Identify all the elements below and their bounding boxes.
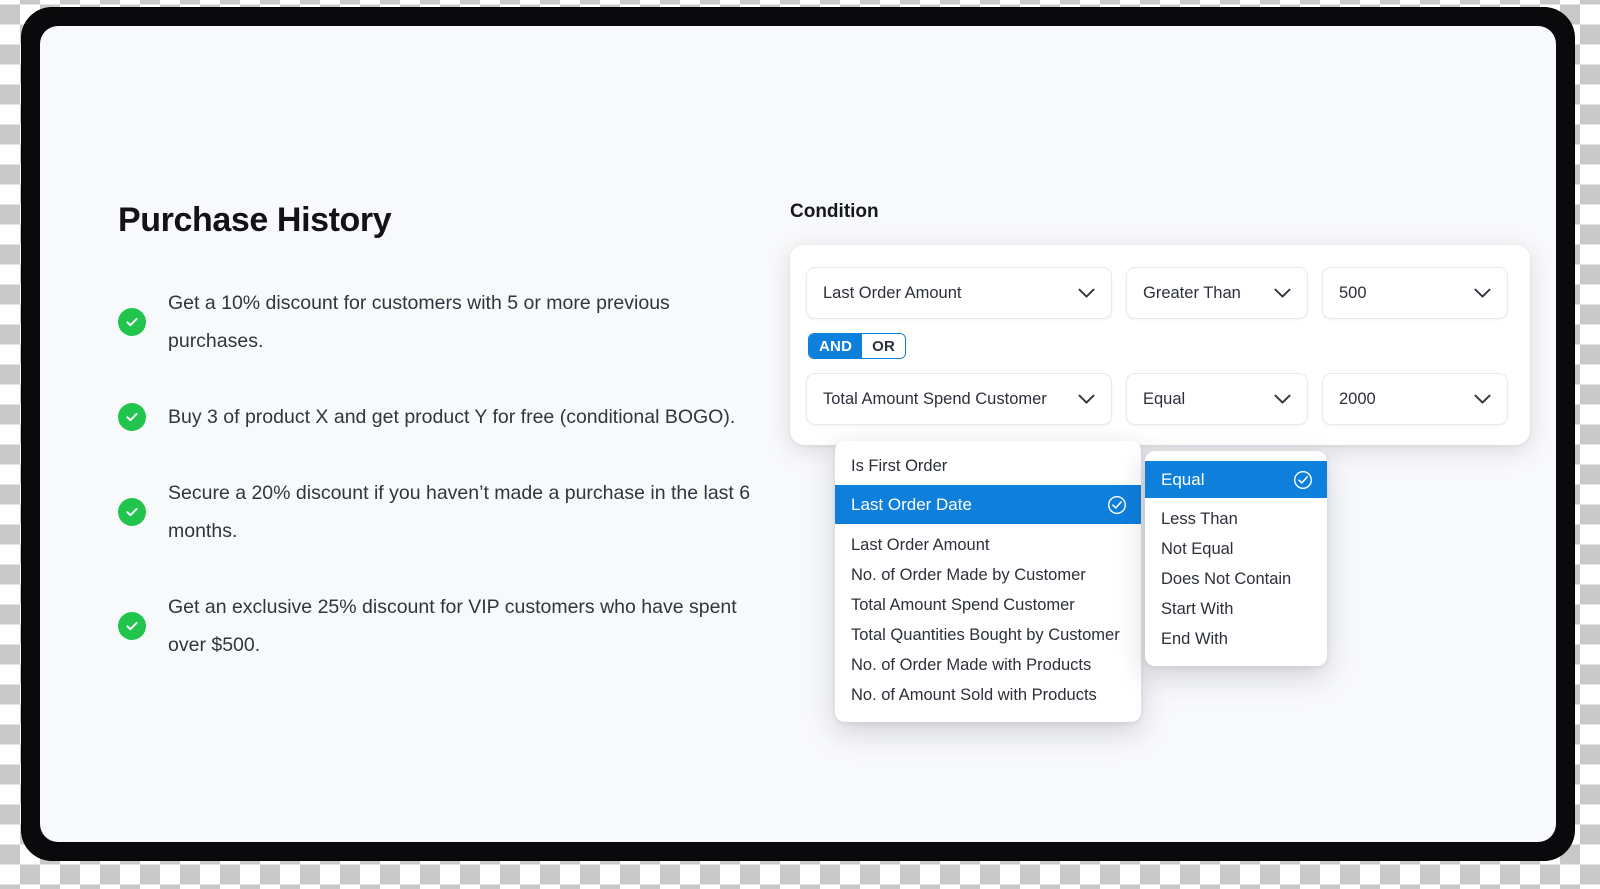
chevron-down-icon	[1474, 288, 1491, 299]
operator-select-row-2-value: Equal	[1143, 389, 1186, 408]
dropdown-option-label: Not Equal	[1161, 539, 1234, 558]
page-title: Purchase History	[118, 201, 392, 239]
field-select-row-2-value: Total Amount Spend Customer	[823, 389, 1047, 408]
logic-toggle-or[interactable]: OR	[862, 334, 906, 358]
chevron-down-icon	[1474, 394, 1491, 405]
operator-select-row-2[interactable]: Equal	[1126, 373, 1308, 425]
list-item-label: Buy 3 of product X and get product Y for…	[168, 406, 736, 429]
dropdown-option[interactable]: Less Than	[1145, 504, 1327, 534]
condition-row-2: Total Amount Spend Customer Equal 2000	[806, 373, 1514, 425]
condition-label: Condition	[790, 201, 879, 222]
dropdown-option[interactable]: Total Amount Spend Customer	[835, 590, 1141, 620]
list-item: Buy 3 of product X and get product Y for…	[118, 398, 778, 436]
dropdown-option-label: Less Than	[1161, 509, 1238, 528]
value-select-row-2[interactable]: 2000	[1322, 373, 1508, 425]
dropdown-option-label: Is First Order	[851, 456, 948, 475]
dropdown-option[interactable]: Start With	[1145, 594, 1327, 624]
dropdown-option[interactable]: No. of Order Made by Customer	[835, 560, 1141, 590]
dropdown-option[interactable]: Not Equal	[1145, 534, 1327, 564]
condition-card: Last Order Amount Greater Than 500 AND O…	[790, 245, 1530, 445]
logic-toggle-and[interactable]: AND	[809, 334, 863, 358]
chevron-down-icon	[1078, 394, 1095, 405]
field-select-row-2[interactable]: Total Amount Spend Customer	[806, 373, 1112, 425]
list-item: Secure a 20% discount if you haven’t mad…	[118, 474, 778, 550]
dropdown-option-label: Total Quantities Bought by Customer	[851, 625, 1120, 644]
dropdown-option-label: Does Not Contain	[1161, 569, 1292, 588]
dropdown-option[interactable]: Does Not Contain	[1145, 564, 1327, 594]
dropdown-option-label: Equal	[1161, 469, 1205, 489]
dropdown-option-label: End With	[1161, 629, 1228, 648]
dropdown-option[interactable]: Is First Order	[835, 451, 1141, 481]
check-circle-outline-icon	[1107, 495, 1127, 515]
check-circle-outline-icon	[1293, 470, 1313, 490]
dropdown-option[interactable]: No. of Order Made with Products	[835, 650, 1141, 680]
dropdown-option[interactable]: Total Quantities Bought by Customer	[835, 620, 1141, 650]
purchase-history-section: Purchase History Get a 10% discount for …	[118, 201, 778, 664]
dropdown-option-label: Total Amount Spend Customer	[851, 595, 1075, 614]
list-item-label: Get an exclusive 25% discount for VIP cu…	[168, 596, 737, 657]
benefit-list: Get a 10% discount for customers with 5 …	[118, 284, 778, 664]
check-circle-icon	[118, 498, 146, 527]
dropdown-option[interactable]: End With	[1145, 624, 1327, 654]
operator-select-row-1-value: Greater Than	[1143, 283, 1241, 302]
device-frame: Purchase History Get a 10% discount for …	[22, 8, 1574, 860]
list-item: Get a 10% discount for customers with 5 …	[118, 284, 778, 360]
list-item-label: Get a 10% discount for customers with 5 …	[168, 292, 670, 353]
field-dropdown-menu[interactable]: Is First Order Last Order Date Last Orde…	[835, 441, 1141, 722]
dropdown-option-label: No. of Order Made with Products	[851, 655, 1092, 674]
chevron-down-icon	[1274, 288, 1291, 299]
dropdown-option-label: Last Order Amount	[851, 535, 990, 554]
list-item: Get an exclusive 25% discount for VIP cu…	[118, 588, 778, 664]
dropdown-option-label: Last Order Date	[851, 494, 972, 514]
chevron-down-icon	[1078, 288, 1095, 299]
check-circle-icon	[118, 612, 146, 641]
dropdown-option-selected[interactable]: Last Order Date	[835, 485, 1141, 524]
value-select-row-1[interactable]: 500	[1322, 267, 1508, 319]
list-item-label: Secure a 20% discount if you haven’t mad…	[168, 482, 751, 543]
dropdown-option-label: No. of Order Made by Customer	[851, 565, 1086, 584]
operator-select-row-1[interactable]: Greater Than	[1126, 267, 1308, 319]
dropdown-option-selected[interactable]: Equal	[1145, 461, 1327, 498]
field-select-row-1-value: Last Order Amount	[823, 283, 962, 302]
dropdown-option[interactable]: Last Order Amount	[835, 530, 1141, 560]
value-select-row-1-value: 500	[1339, 283, 1367, 302]
condition-section: Condition Last Order Amount Greater Than	[790, 201, 1530, 722]
dropdown-option[interactable]: No. of Amount Sold with Products	[835, 680, 1141, 710]
field-select-row-1[interactable]: Last Order Amount	[806, 267, 1112, 319]
app-surface: Purchase History Get a 10% discount for …	[40, 26, 1556, 842]
condition-row-1: Last Order Amount Greater Than 500	[806, 267, 1514, 319]
value-select-row-2-value: 2000	[1339, 389, 1376, 408]
dropdown-option-label: Start With	[1161, 599, 1234, 618]
check-circle-icon	[118, 308, 146, 337]
chevron-down-icon	[1274, 394, 1291, 405]
dropdown-option-label: No. of Amount Sold with Products	[851, 685, 1097, 704]
logic-operator-toggle[interactable]: AND OR	[808, 333, 907, 359]
operator-dropdown-menu[interactable]: Equal Less Than Not Equal Does Not Conta…	[1145, 451, 1327, 666]
check-circle-icon	[118, 403, 146, 432]
